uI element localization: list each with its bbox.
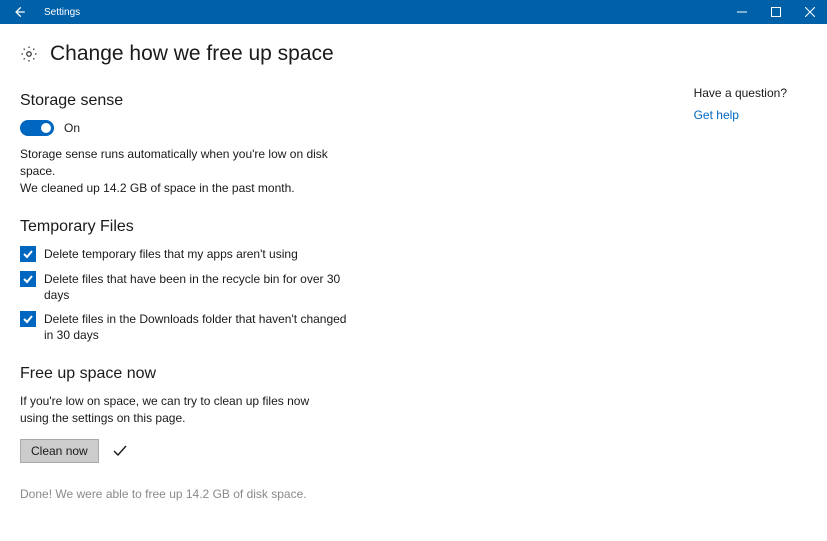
clean-now-button[interactable]: Clean now [20,439,99,463]
storage-sense-toggle-label: On [64,121,80,135]
checkbox-downloads[interactable] [20,311,36,327]
checkbox-delete-temp[interactable] [20,246,36,262]
gear-icon [20,45,38,63]
clean-row: Clean now [20,439,460,463]
clean-done-text: Done! We were able to free up 14.2 GB of… [20,487,460,501]
storage-sense-toggle-row: On [20,120,460,136]
window-controls [725,0,827,24]
close-icon [805,7,815,17]
minimize-icon [737,7,747,17]
temp-files-heading: Temporary Files [20,218,460,236]
help-question: Have a question? [694,86,787,100]
checkbox-label: Delete files in the Downloads folder tha… [44,311,354,343]
storage-sense-desc-line2: We cleaned up 14.2 GB of space in the pa… [20,181,295,195]
toggle-knob [41,123,51,133]
minimize-button[interactable] [725,0,759,24]
page-title: Change how we free up space [50,42,334,66]
checkmark-icon [22,273,34,285]
page-header: Change how we free up space [20,42,460,66]
main-column: Change how we free up space Storage sens… [20,42,460,501]
checkmark-icon [22,313,34,325]
get-help-link[interactable]: Get help [694,108,787,122]
help-column: Have a question? Get help [694,42,807,501]
checkbox-label: Delete files that have been in the recyc… [44,271,354,303]
checkbox-label: Delete temporary files that my apps aren… [44,246,298,262]
storage-sense-desc-line1: Storage sense runs automatically when yo… [20,147,328,178]
checkbox-recycle-bin[interactable] [20,271,36,287]
storage-sense-toggle[interactable] [20,120,54,136]
temp-files-item: Delete files that have been in the recyc… [20,271,460,303]
titlebar: Settings [0,0,827,24]
temp-files-item: Delete files in the Downloads folder tha… [20,311,460,343]
arrow-left-icon [12,5,26,19]
clean-done-indicator [113,445,127,457]
back-button[interactable] [0,0,38,24]
free-up-description: If you're low on space, we can try to cl… [20,393,340,427]
free-up-heading: Free up space now [20,365,460,383]
temp-files-item: Delete temporary files that my apps aren… [20,246,460,262]
content-area: Change how we free up space Storage sens… [0,24,827,501]
app-title: Settings [44,7,80,18]
maximize-icon [771,7,781,17]
close-button[interactable] [793,0,827,24]
storage-sense-description: Storage sense runs automatically when yo… [20,146,360,196]
checkmark-icon [113,445,127,457]
temp-files-block: Delete temporary files that my apps aren… [20,246,460,343]
maximize-button[interactable] [759,0,793,24]
storage-sense-heading: Storage sense [20,92,460,110]
checkmark-icon [22,248,34,260]
